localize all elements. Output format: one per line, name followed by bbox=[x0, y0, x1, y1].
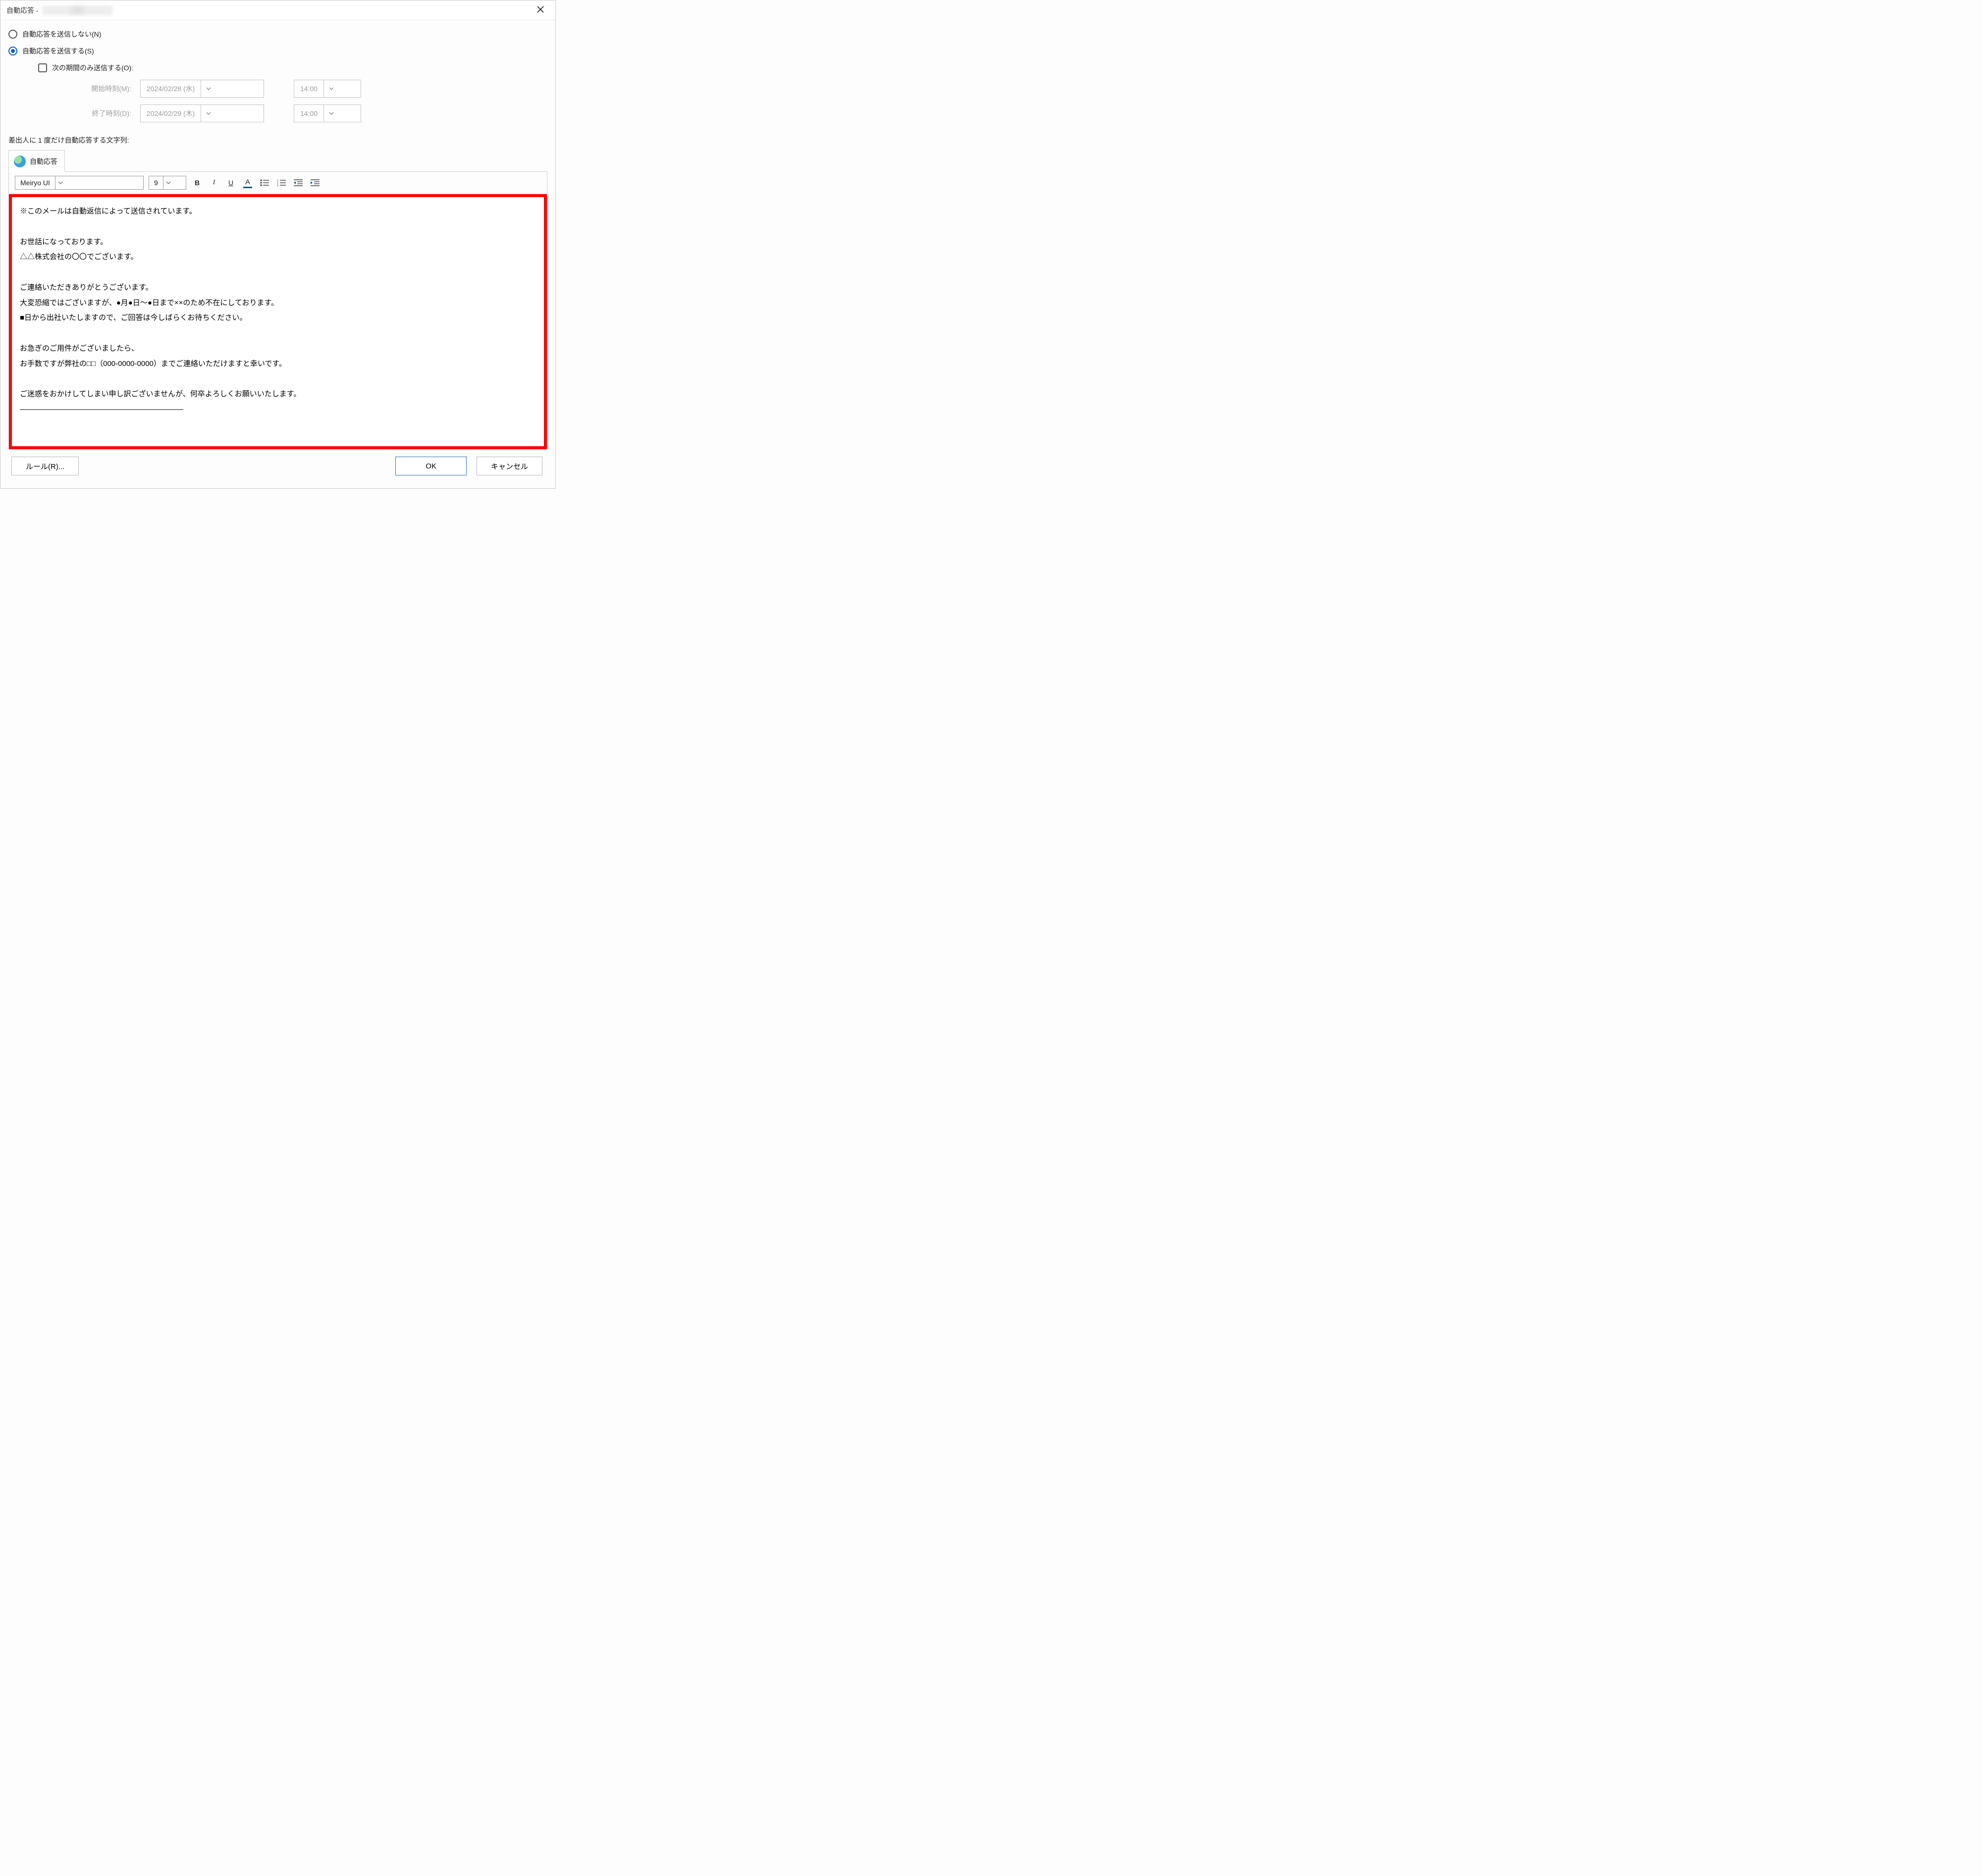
cancel-button[interactable]: キャンセル bbox=[477, 457, 542, 475]
titlebar: 自動応答 - xxx bbox=[0, 0, 555, 20]
reply-body-highlight bbox=[9, 194, 547, 449]
globe-icon bbox=[14, 156, 26, 167]
editor: Meiryo UI 9 B I U A 123 bbox=[8, 172, 547, 450]
start-time-combo[interactable]: 14:00 bbox=[294, 80, 361, 98]
title-prefix: 自動応答 - bbox=[6, 5, 39, 15]
title-account-masked: xxx bbox=[43, 5, 112, 15]
chevron-down-icon bbox=[55, 176, 66, 189]
outdent-button[interactable] bbox=[292, 178, 304, 187]
font-color-button[interactable]: A bbox=[242, 178, 254, 188]
reply-section-label: 差出人に 1 度だけ自動応答する文字列: bbox=[8, 135, 547, 145]
format-toolbar: Meiryo UI 9 B I U A 123 bbox=[9, 172, 547, 194]
tab-label: 自動応答 bbox=[30, 156, 57, 166]
radio-send[interactable]: 自動応答を送信する(S) bbox=[8, 46, 547, 56]
font-family-combo[interactable]: Meiryo UI bbox=[15, 176, 144, 190]
combo-value: Meiryo UI bbox=[15, 179, 55, 187]
indent-button[interactable] bbox=[309, 178, 321, 187]
chevron-down-icon bbox=[201, 105, 215, 122]
chevron-down-icon bbox=[163, 176, 174, 189]
checkbox-label: 次の期間のみ送信する(O): bbox=[52, 63, 133, 73]
bold-button[interactable]: B bbox=[191, 179, 203, 187]
checkbox-period-only[interactable]: 次の期間のみ送信する(O): bbox=[38, 63, 547, 73]
chevron-down-icon bbox=[323, 105, 338, 122]
underline-button[interactable]: U bbox=[225, 179, 237, 187]
numbered-list-button[interactable]: 123 bbox=[275, 178, 287, 187]
close-icon[interactable] bbox=[532, 2, 549, 18]
radio-label: 自動応答を送信しない(N) bbox=[22, 29, 101, 39]
combo-value: 2024/02/29 (木) bbox=[141, 108, 201, 118]
font-color-swatch bbox=[243, 187, 252, 188]
combo-value: 14:00 bbox=[294, 109, 323, 117]
font-size-combo[interactable]: 9 bbox=[149, 176, 186, 190]
tab-auto-reply[interactable]: 自動応答 bbox=[8, 150, 65, 172]
end-time-combo[interactable]: 14:00 bbox=[294, 104, 361, 122]
combo-value: 14:00 bbox=[294, 85, 323, 93]
combo-value: 2024/02/28 (水) bbox=[141, 84, 201, 94]
end-date-combo[interactable]: 2024/02/29 (木) bbox=[140, 104, 264, 122]
dialog-footer: ルール(R)... OK キャンセル bbox=[8, 450, 547, 483]
italic-button[interactable]: I bbox=[208, 179, 220, 187]
start-time-label: 開始時刻(M): bbox=[56, 80, 140, 98]
dialog-window: 自動応答 - xxx 自動応答を送信しない(N) 自動応答を送信する(S) 次の… bbox=[0, 0, 556, 489]
rules-button[interactable]: ルール(R)... bbox=[11, 457, 79, 475]
chevron-down-icon bbox=[201, 80, 215, 97]
end-time-label: 終了時刻(D): bbox=[56, 104, 140, 122]
radio-no-send[interactable]: 自動応答を送信しない(N) bbox=[8, 29, 547, 39]
checkbox-icon bbox=[38, 63, 47, 72]
bulleted-list-button[interactable] bbox=[259, 178, 270, 187]
svg-text:3: 3 bbox=[277, 184, 278, 186]
ok-button[interactable]: OK bbox=[395, 457, 467, 475]
auto-reply-textarea[interactable] bbox=[12, 197, 544, 445]
radio-icon bbox=[8, 47, 17, 55]
radio-icon bbox=[8, 30, 17, 39]
radio-label: 自動応答を送信する(S) bbox=[22, 46, 94, 56]
start-date-combo[interactable]: 2024/02/28 (水) bbox=[140, 80, 264, 98]
combo-value: 9 bbox=[149, 179, 163, 187]
chevron-down-icon bbox=[323, 80, 338, 97]
font-color-A: A bbox=[245, 178, 250, 186]
